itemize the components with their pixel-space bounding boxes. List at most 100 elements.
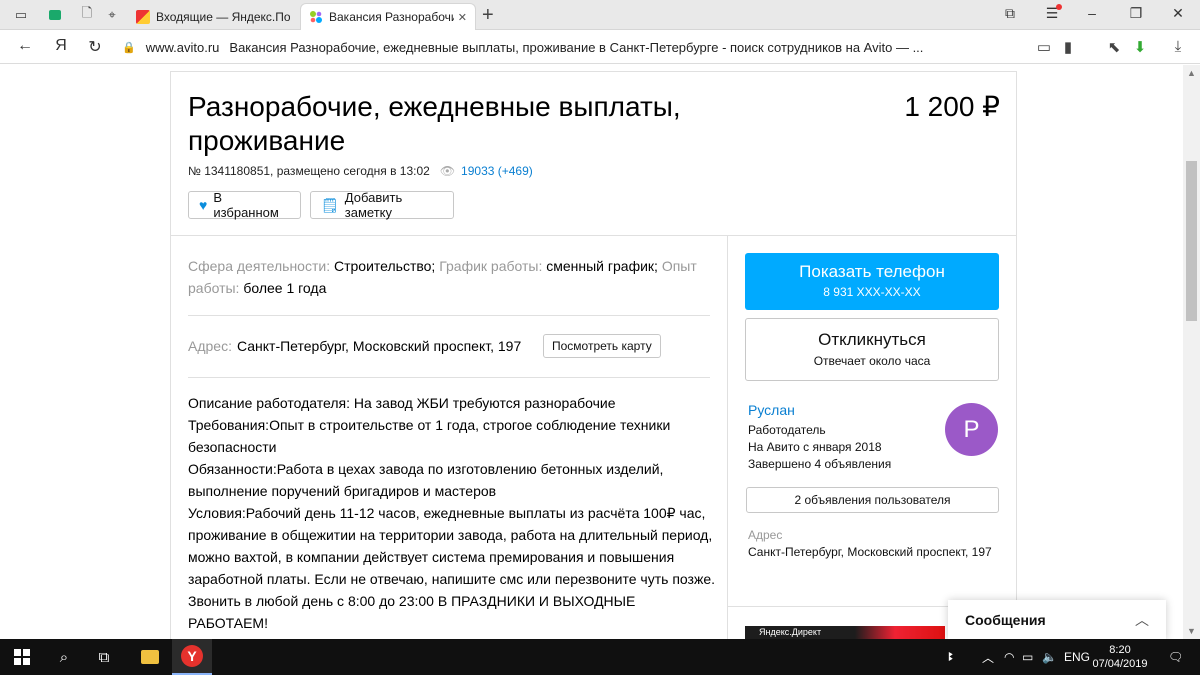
tabs-panel-icon[interactable]: ▭ [12, 6, 30, 24]
menu-icon[interactable]: ☰ [1042, 4, 1062, 22]
seller-completed: Завершено 4 объявления [748, 457, 892, 471]
add-note-label: Добавить заметку [344, 190, 403, 220]
description-paragraph: Описание работодателя: На завод ЖБИ треб… [188, 395, 616, 411]
seller-name-link[interactable]: Руслан [748, 402, 891, 419]
messages-widget[interactable]: Сообщения ︿ [948, 600, 1166, 639]
reader-icon[interactable]: ▭ [1034, 38, 1054, 56]
download-extension-icon[interactable]: ⬇ [1130, 38, 1150, 56]
sidebar-address-value: Санкт-Петербург, Московский проспект, 19… [748, 545, 992, 559]
view-count: 19033 (+469) [461, 164, 533, 178]
description-paragraph: Требования:Опыт в строительстве от 1 год… [188, 417, 671, 455]
location-pin-icon[interactable]: ⌖ [103, 6, 121, 24]
page-content: Разнорабочие, ежедневные выплаты, прожив… [0, 65, 1200, 639]
tab-avito[interactable]: Вакансия Разнорабочие ✕ [300, 3, 476, 30]
extension-icon[interactable]: ⬉ [1104, 38, 1124, 56]
tab-close-icon[interactable]: ✕ [458, 11, 467, 24]
notifications-icon[interactable]: 🗨 [1168, 639, 1183, 675]
add-note-button[interactable]: 🗒 Добавить заметку [310, 190, 454, 220]
job-params: Сфера деятельности: Строительство; Графи… [188, 255, 708, 299]
respond-button[interactable]: Откликнуться Отвечает около часа [745, 318, 999, 381]
restore-icon[interactable]: ❐ [1126, 5, 1146, 22]
description-paragraph: Условия:Рабочий день 11-12 часов, ежедне… [188, 505, 715, 631]
scrollbar-thumb[interactable] [1186, 161, 1197, 321]
sidebar-address: Адрес Санкт-Петербург, Московский проспе… [748, 527, 998, 561]
clock[interactable]: 8:20 07/04/2019 [1090, 643, 1150, 671]
back-icon[interactable]: ← [14, 37, 36, 55]
chat-icon[interactable] [46, 6, 64, 24]
url-page-title: Вакансия Разнорабочие, ежедневные выплат… [229, 39, 924, 55]
task-view-icon[interactable]: ⧉ [84, 639, 124, 675]
yandex-direct-label: Яндекс.Директ [759, 627, 822, 637]
address-value: Санкт-Петербург, Московский проспект, 19… [236, 338, 522, 354]
ad-description: Описание работодателя: На завод ЖБИ треб… [188, 392, 718, 634]
chevron-up-icon[interactable]: ︿ [1135, 610, 1149, 630]
minimize-icon[interactable]: – [1082, 5, 1102, 21]
bookmark-manager-icon[interactable]: ⧉ [1000, 5, 1020, 22]
schedule-value: сменный график; [546, 258, 658, 274]
windows-start-icon[interactable] [2, 639, 42, 675]
address-label: Адрес: [188, 338, 232, 354]
divider [188, 315, 710, 316]
heart-icon: ♥ [199, 197, 208, 213]
page-icon[interactable]: 🗋 [78, 5, 96, 24]
experience-value: более 1 года [243, 280, 327, 296]
tab-yandex-mail[interactable]: Входящие — Яндекс.Почта [128, 3, 298, 30]
scroll-down-icon[interactable]: ▼ [1183, 626, 1200, 636]
network-icon[interactable]: ▭ [1022, 639, 1033, 675]
divider [171, 235, 1016, 236]
tab-title: Входящие — Яндекс.Почта [156, 9, 290, 24]
respond-subtitle: Отвечает около часа [813, 354, 931, 368]
search-icon[interactable]: ⌕ [44, 639, 84, 675]
browser-tab-strip: ▭ 🗋 ⌖ Входящие — Яндекс.Почта Вакансия Р… [0, 0, 1200, 30]
yandex-direct-ad[interactable]: Яндекс.Директ [745, 626, 945, 639]
scroll-up-icon[interactable]: ▲ [1183, 68, 1200, 78]
ad-meta: № 1341180851, размещено сегодня в 13:02 … [188, 164, 533, 178]
respond-label: Откликнуться [818, 330, 926, 349]
chevron-up-icon[interactable]: ︿ [982, 639, 994, 675]
seller-info: Руслан Работодатель На Авито с января 20… [748, 402, 891, 473]
seller-type: Работодатель [748, 423, 826, 437]
file-explorer-icon[interactable] [130, 639, 170, 675]
ad-title: Разнорабочие, ежедневные выплаты, прожив… [188, 91, 681, 156]
user-ads-button[interactable]: 2 объявления пользователя [746, 487, 999, 513]
show-phone-label: Показать телефон [799, 262, 945, 281]
url-domain: www.avito.ru [145, 39, 220, 55]
schedule-label: График работы: [439, 258, 543, 274]
page-scrollbar[interactable]: ▲ ▼ [1183, 65, 1200, 639]
description-paragraph: Обязанности:Работа в цехах завода по изг… [188, 461, 664, 499]
yandex-button[interactable]: Я [50, 37, 72, 55]
reload-icon[interactable]: ↻ [84, 37, 106, 57]
ad-price: 1 200 ₽ [904, 91, 1000, 122]
divider [727, 236, 728, 639]
phone-number: 8 931 XXX-XX-XX [823, 285, 921, 299]
volume-icon[interactable]: 🔈 [1042, 639, 1057, 675]
avatar[interactable]: Р [945, 403, 998, 456]
address-row: Адрес: Санкт-Петербург, Московский просп… [188, 337, 521, 355]
ad-number-date: № 1341180851, размещено сегодня в 13:02 [188, 164, 430, 178]
close-window-icon[interactable]: ✕ [1168, 5, 1188, 22]
seller-since: На Авито с января 2018 [748, 440, 882, 454]
favorite-label: В избранном [213, 190, 279, 220]
show-phone-button[interactable]: Показать телефон 8 931 XXX-XX-XX [745, 253, 999, 310]
sphere-value: Строительство; [333, 258, 436, 274]
people-icon[interactable]: ꔪ [948, 639, 954, 675]
note-icon: 🗒 [321, 196, 339, 213]
clock-date: 07/04/2019 [1092, 658, 1148, 670]
yandex-browser-icon[interactable]: Y [172, 639, 212, 675]
bookmark-icon[interactable]: ▮ [1058, 38, 1078, 56]
favorite-button[interactable]: ♥ В избранном [188, 190, 301, 220]
yandex-logo: Y [181, 645, 203, 667]
clock-time: 8:20 [1109, 644, 1131, 656]
sphere-label: Сфера деятельности: [188, 258, 331, 274]
address-bar: ← Я ↻ 🔒 www.avito.ru Вакансия Разнорабоч… [0, 30, 1200, 64]
yandex-mail-icon [136, 9, 150, 24]
new-tab-button[interactable]: + [482, 4, 494, 27]
show-map-button[interactable]: Посмотреть карту [543, 334, 661, 358]
sidebar-address-label: Адрес [748, 528, 783, 542]
url-field[interactable]: 🔒 www.avito.ru Вакансия Разнорабочие, еж… [122, 37, 1082, 57]
language-indicator[interactable]: ENG [1064, 639, 1090, 675]
lock-icon: 🔒 [122, 41, 136, 54]
tab-title: Вакансия Разнорабочие [329, 10, 454, 24]
downloads-icon[interactable]: ⤓ [1168, 38, 1188, 55]
wifi-icon[interactable]: ◠ [1004, 639, 1014, 675]
